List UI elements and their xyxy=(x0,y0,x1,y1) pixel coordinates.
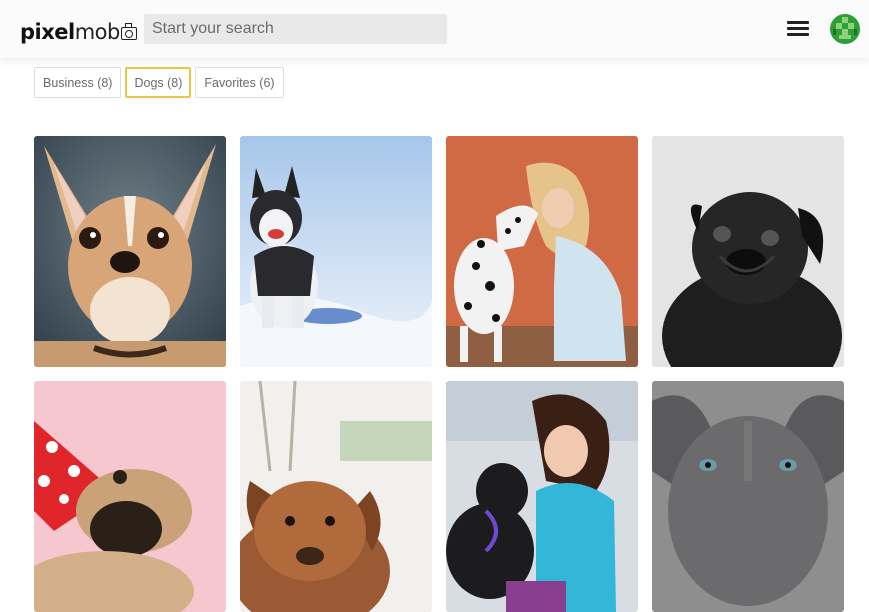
hamburger-menu-icon[interactable] xyxy=(787,21,809,37)
pixelmob-logo[interactable]: pixel mob xyxy=(20,14,137,44)
search-input[interactable] xyxy=(144,14,447,44)
photo-black-pug[interactable] xyxy=(652,136,844,367)
photo-pug-party-hat[interactable] xyxy=(34,381,226,612)
photo-girl-black-dog[interactable] xyxy=(446,381,638,612)
logo-text-light: mob xyxy=(74,20,121,44)
photo-grey-pitbull[interactable] xyxy=(652,381,844,612)
avatar[interactable] xyxy=(830,14,860,44)
collection-tabs: Business (8) Dogs (8) Favorites (6) xyxy=(34,67,284,98)
camera-icon xyxy=(120,23,137,40)
logo-text-bold: pixel xyxy=(20,20,75,44)
tab-dogs[interactable]: Dogs (8) xyxy=(125,67,192,98)
photo-dalmatian-girl[interactable] xyxy=(446,136,638,367)
top-header: pixel mob xyxy=(0,0,869,58)
photo-brown-puppy[interactable] xyxy=(240,381,432,612)
tab-business[interactable]: Business (8) xyxy=(34,67,122,98)
photo-chihuahua[interactable] xyxy=(34,136,226,367)
tab-favorites[interactable]: Favorites (6) xyxy=(195,67,284,98)
photo-grid xyxy=(34,136,844,612)
photo-husky-puppy[interactable] xyxy=(240,136,432,367)
